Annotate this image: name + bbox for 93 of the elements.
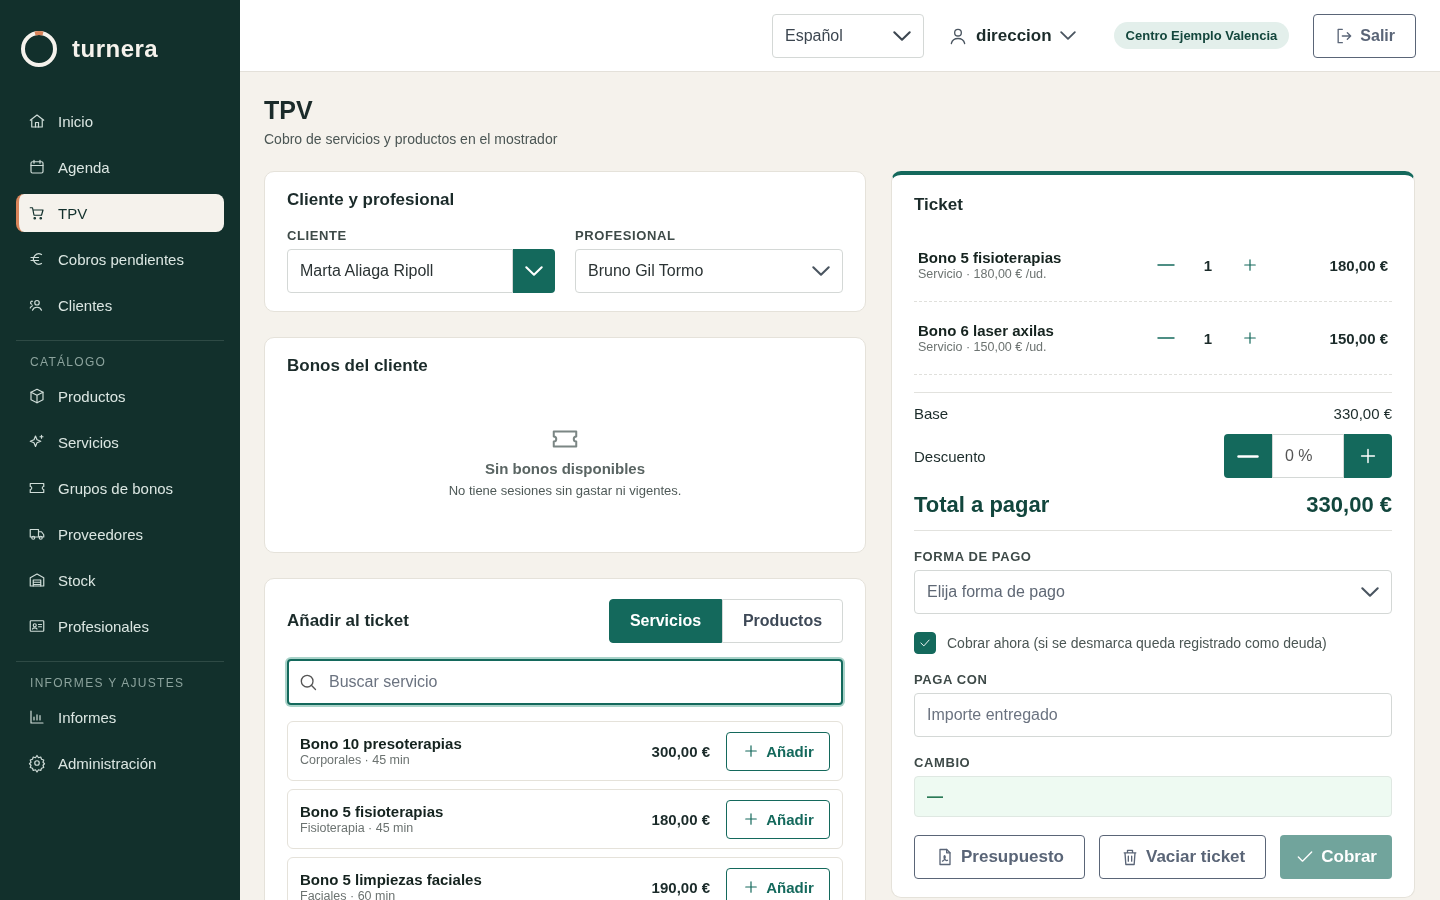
sidebar-item[interactable]: Grupos de bonos — [16, 469, 224, 507]
service-name: Bono 10 presoterapias — [300, 735, 463, 752]
decrease-button[interactable] — [1224, 434, 1272, 478]
card-title: Añadir al ticket — [287, 611, 409, 631]
dropdown-button[interactable] — [513, 249, 555, 293]
sidebar-item[interactable]: Proveedores — [16, 515, 224, 553]
checkbox-label: Cobrar ahora (si se desmarca queda registrado como deuda) — [947, 635, 1327, 651]
ticket-item-name: Bono 6 laser axilas — [918, 322, 1055, 339]
logo-icon — [20, 30, 58, 68]
field-label: FORMA DE PAGO — [914, 549, 1033, 564]
ticket-item-meta: Servicio · 150,00 € /ud. — [918, 340, 1048, 354]
box-icon — [28, 387, 46, 405]
plus-icon — [1241, 329, 1259, 347]
field-label: PAGA CON — [914, 672, 989, 687]
settings-icon — [28, 754, 46, 772]
search-field[interactable]: Buscar servicio — [287, 659, 843, 705]
card-title: Cliente y profesional — [287, 190, 456, 210]
service-price: 180,00 € — [651, 810, 710, 828]
minus-icon — [1157, 264, 1175, 266]
sidebar-item[interactable]: Servicios — [16, 423, 224, 461]
base-label: Base — [914, 405, 949, 422]
card-title: Bonos del cliente — [287, 356, 429, 376]
client-field[interactable]: Marta Aliaga Ripoll — [287, 249, 513, 293]
user-menu[interactable]: direccion — [948, 25, 1076, 46]
field-label: CAMBIO — [914, 755, 972, 770]
increase-button[interactable] — [1344, 434, 1392, 478]
add-button[interactable]: Añadir — [726, 799, 830, 839]
warehouse-icon — [28, 571, 46, 589]
line-total: 180,00 € — [1328, 256, 1388, 274]
empty-text: No tiene sesiones sin gastar ni vigentes. — [448, 483, 682, 498]
service-meta: Corporales · 45 min — [300, 753, 411, 767]
checkbox[interactable] — [914, 632, 936, 654]
service-price: 300,00 € — [651, 742, 710, 760]
discount-field[interactable]: 0 % — [1272, 434, 1344, 478]
sidebar-item[interactable]: Agenda — [16, 148, 224, 186]
service-meta: Faciales · 60 min — [300, 889, 397, 900]
home-icon — [28, 112, 46, 130]
language-select[interactable]: Español — [772, 13, 924, 58]
ticket-item-name: Bono 5 fisioterapias — [918, 249, 1063, 266]
cart-icon — [28, 204, 46, 222]
card-title: Ticket — [914, 195, 964, 215]
chevron-down-icon — [525, 266, 543, 276]
field-label: CLIENTE — [287, 228, 348, 243]
total-label: Total a pagar — [914, 492, 1050, 518]
page-title: TPV — [264, 96, 314, 125]
brand-name: turnera — [72, 35, 159, 63]
base-value: 330,00 € — [1333, 405, 1392, 422]
sidebar-item[interactable]: Profesionales — [16, 607, 224, 645]
chevron-down-icon — [893, 30, 911, 41]
page-subtitle: Cobro de servicios y productos en el mostrador — [264, 131, 559, 147]
service-name: Bono 5 limpiezas faciales — [300, 871, 483, 888]
minus-icon — [1237, 454, 1259, 458]
quantity: 1 — [1202, 256, 1214, 274]
service-price: 190,00 € — [651, 878, 710, 896]
add-button[interactable]: Añadir — [726, 731, 830, 771]
clear-button[interactable]: Vaciar ticket — [1099, 835, 1267, 879]
change-field: — — [914, 776, 1392, 817]
sidebar-item[interactable]: Inicio — [16, 102, 224, 140]
amount-field[interactable]: Importe entregado — [914, 693, 1392, 737]
field-label: PROFESIONAL — [575, 228, 677, 243]
sidebar-item[interactable]: Productos — [16, 377, 224, 415]
sidebar-item[interactable]: Cobros pendientes — [16, 240, 224, 278]
section-heading: INFORMES Y AJUSTES — [29, 676, 186, 690]
section-heading: CATÁLOGO — [29, 355, 108, 369]
select-field[interactable]: Bruno Gil Tormo — [575, 249, 843, 293]
quantity: 1 — [1202, 329, 1214, 347]
payment-select[interactable]: Elija forma de pago — [914, 570, 1392, 614]
quote-button[interactable]: Presupuesto — [914, 835, 1085, 879]
logout-button[interactable]: Salir — [1313, 13, 1416, 58]
id-card-icon — [28, 617, 46, 635]
sidebar-item[interactable]: Informes — [16, 698, 224, 736]
sidebar-item[interactable]: Stock — [16, 561, 224, 599]
total-value: 330,00 € — [1306, 492, 1392, 518]
service-name: Bono 5 fisioterapias — [300, 803, 445, 820]
ticket-item-meta: Servicio · 180,00 € /ud. — [918, 267, 1048, 281]
chevron-down-icon — [1059, 31, 1076, 40]
calendar-icon — [28, 158, 46, 176]
sidebar-item[interactable]: Administración — [16, 744, 224, 782]
chevron-down-icon — [1361, 587, 1379, 597]
discount-label: Descuento — [914, 447, 986, 465]
chevron-down-icon — [812, 266, 830, 276]
line-total: 150,00 € — [1328, 329, 1388, 347]
tab[interactable]: Productos — [722, 599, 843, 643]
empty-title: Sin bonos disponibles — [485, 460, 645, 477]
center-badge: Centro Ejemplo Valencia — [1113, 22, 1290, 49]
tab[interactable]: Servicios — [609, 599, 722, 643]
plus-icon — [1241, 256, 1259, 274]
add-button[interactable]: Añadir — [726, 867, 830, 900]
service-meta: Fisioterapia · 45 min — [300, 821, 415, 835]
sidebar-item[interactable]: TPV — [16, 194, 224, 232]
minus-icon — [1157, 337, 1175, 339]
bar-chart-icon — [28, 708, 46, 726]
sidebar-item[interactable]: Clientes — [16, 286, 224, 324]
